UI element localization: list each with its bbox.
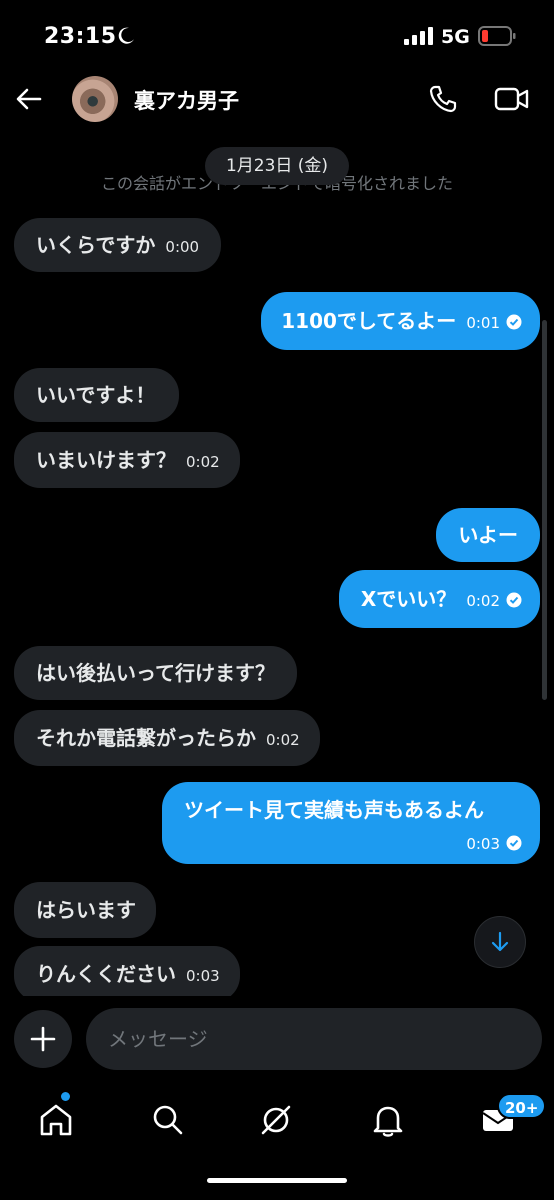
arrow-down-icon — [491, 931, 509, 952]
video-call-icon[interactable] — [494, 84, 530, 114]
home-indicator — [207, 1178, 347, 1183]
message-bubble[interactable]: Xでいい？ 0:02 — [338, 570, 540, 628]
grok-icon[interactable] — [256, 1100, 296, 1140]
message-input[interactable] — [86, 1008, 542, 1070]
home-icon[interactable] — [36, 1100, 76, 1140]
message-text: りんくください — [36, 962, 176, 986]
message-time: 0:02 — [186, 453, 220, 471]
message-bubble[interactable]: いまいけます？ 0:02 — [14, 432, 240, 488]
message-bubble[interactable]: いよー — [436, 508, 540, 562]
message-time: 0:03 — [466, 835, 500, 853]
message-text: Xでいい？ — [360, 587, 457, 611]
message-bubble[interactable]: 1100でしてるよー 0:01 — [261, 292, 540, 350]
read-check-icon — [506, 835, 522, 851]
message-text: 1100でしてるよー — [281, 309, 457, 333]
messages-badge: 20+ — [497, 1093, 547, 1119]
message-bubble[interactable]: ツイート見て実績も声もあるよん 0:03 — [162, 782, 540, 864]
read-check-icon — [506, 592, 522, 608]
chat-header: 裏アカ男子 — [0, 72, 554, 134]
search-icon[interactable] — [148, 1100, 188, 1140]
avatar[interactable] — [72, 76, 118, 122]
message-text: いよー — [458, 523, 518, 547]
scrollbar[interactable] — [542, 320, 547, 700]
bell-icon[interactable] — [368, 1100, 408, 1140]
message-bubble[interactable]: いくらですか 0:00 — [14, 218, 222, 272]
status-time: 23:15 — [44, 24, 117, 49]
add-attachment-button[interactable] — [14, 1010, 72, 1068]
message-text: はい後払いって行けます？ — [36, 661, 275, 685]
battery-icon — [478, 26, 516, 46]
message-bubble[interactable]: りんくください 0:03 — [14, 946, 240, 996]
message-time: 0:02 — [266, 731, 300, 749]
message-bubble[interactable]: いいですよ！ — [14, 368, 180, 422]
home-notification-dot — [61, 1092, 70, 1101]
message-text: いくらですか — [36, 233, 156, 257]
scroll-to-bottom-button[interactable] — [474, 916, 526, 968]
contact-name[interactable]: 裏アカ男子 — [134, 85, 239, 115]
back-arrow-icon[interactable] — [14, 84, 44, 114]
message-text: いまいけます？ — [36, 448, 176, 472]
signal-icon — [404, 27, 433, 45]
network-type: 5G — [441, 26, 470, 48]
message-bubble[interactable]: それか電話繋がったらか 0:02 — [14, 710, 320, 766]
composer — [0, 1000, 554, 1076]
message-time: 0:00 — [165, 238, 200, 256]
status-bar: 23:15 5G — [0, 0, 554, 72]
read-check-icon — [506, 314, 522, 330]
message-text: はらいます — [36, 898, 136, 922]
message-text: いいですよ！ — [36, 383, 156, 407]
message-list[interactable]: この会話がエンドツーエンドで暗号化されました 1月23日 (金) いくらですか0… — [0, 140, 554, 996]
message-time: 0:02 — [466, 592, 500, 610]
phone-icon[interactable] — [428, 84, 458, 114]
message-time: 0:03 — [186, 967, 220, 985]
message-time: 0:01 — [466, 314, 500, 332]
moon-icon — [118, 27, 134, 44]
message-bubble[interactable]: はい後払いって行けます？ — [14, 646, 297, 700]
message-bubble[interactable]: はらいます — [14, 882, 156, 938]
message-text: それか電話繋がったらか — [36, 726, 256, 750]
plus-icon — [30, 1026, 56, 1052]
message-text: ツイート見て実績も声もあるよん — [184, 798, 484, 822]
date-separator: 1月23日 (金) — [205, 147, 349, 185]
